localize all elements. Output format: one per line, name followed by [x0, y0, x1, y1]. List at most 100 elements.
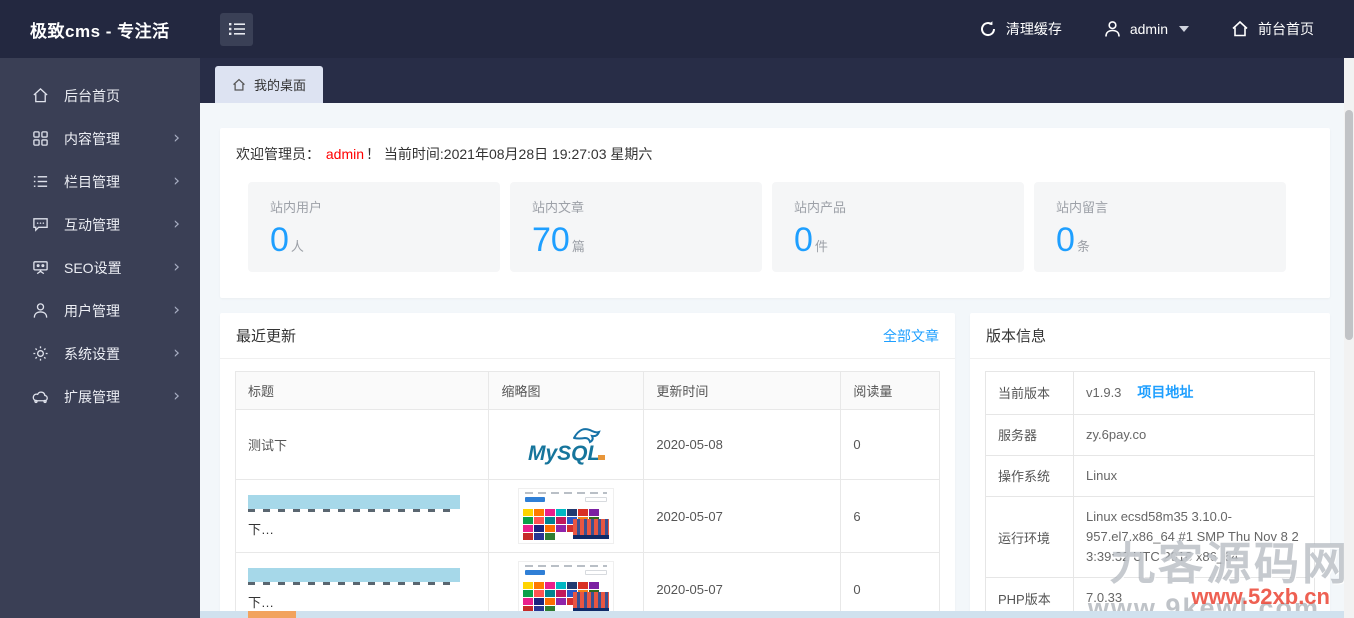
article-views: 6: [840, 479, 940, 553]
clear-cache-label: 清理缓存: [1005, 21, 1062, 37]
table-row[interactable]: 下… 2020: [234, 479, 940, 553]
content-area: 欢迎管理员： admin！ 当前时间:2021年08月28日 19:27:03 …: [200, 103, 1354, 618]
top-header: 极致cms - 专注活 清理缓存 admin 前台首页: [0, 0, 1354, 58]
chevron-right-icon: ›: [173, 214, 180, 234]
user-menu[interactable]: admin: [1104, 20, 1189, 38]
all-articles-link[interactable]: 全部文章: [883, 326, 939, 346]
list-icon: [32, 173, 49, 190]
stat-value: 0: [794, 221, 813, 259]
sidebar-item-user-management[interactable]: 用户管理 ›: [0, 289, 200, 332]
chevron-right-icon: ›: [173, 300, 180, 320]
stat-label: 站内留言: [1056, 200, 1109, 215]
version-label: 操作系统: [985, 454, 1074, 497]
welcome-exclaim: ！: [366, 146, 381, 162]
stat-card-site-messages: 站内留言 0条: [1034, 182, 1286, 272]
chevron-right-icon: ›: [173, 386, 180, 406]
chevron-down-icon: [1179, 26, 1189, 32]
version-row: 运行环境 Linux ecsd58m35 3.10.0-957.el7.x86_…: [985, 495, 1315, 579]
version-label: 当前版本: [985, 371, 1074, 415]
chevron-right-icon: ›: [173, 343, 180, 363]
recent-updates-panel: 最近更新 全部文章 标题 缩略图 更新时间 阅读量 测试下 MySQL 2020…: [220, 313, 955, 618]
sidebar-item-seo-settings[interactable]: SEO设置 ›: [0, 246, 200, 289]
version-row: 服务器 zy.6pay.co: [985, 413, 1315, 456]
version-label: 运行环境: [985, 495, 1074, 579]
site-thumbnail-mosaic: [518, 561, 615, 617]
chevron-right-icon: ›: [173, 128, 180, 148]
recent-updates-table: 标题 缩略图 更新时间 阅读量 测试下 MySQL 2020-05-08 0 下…: [234, 371, 940, 618]
sidebar-item-system-settings[interactable]: 系统设置 ›: [0, 332, 200, 375]
sidebar-item-label: 栏目管理: [64, 173, 120, 190]
vertical-scrollbar[interactable]: [1344, 58, 1354, 618]
table-row[interactable]: 测试下 MySQL 2020-05-08 0: [234, 409, 940, 480]
bottom-redaction-strip: [200, 611, 1354, 618]
version-info-table: 当前版本 v1.9.3 项目地址 服务器 zy.6pay.co 操作系统 Linu…: [985, 371, 1315, 618]
table-row[interactable]: 下… 2020: [234, 552, 940, 618]
sidebar-item-backend-home[interactable]: 后台首页: [0, 74, 200, 117]
version-row: 操作系统 Linux: [985, 454, 1315, 497]
front-home-button[interactable]: 前台首页: [1231, 19, 1314, 39]
column-title: 标题: [234, 371, 490, 410]
mysql-logo: MySQL: [501, 422, 631, 468]
project-url-link[interactable]: 项目地址: [1137, 384, 1193, 400]
clear-cache-button[interactable]: 清理缓存: [979, 19, 1062, 39]
sidebar: 后台首页 内容管理 › 栏目管理 › 互动管理 › SEO设置 › 用户管理 ›…: [0, 58, 200, 618]
sidebar-item-label: SEO设置: [64, 259, 122, 276]
front-home-label: 前台首页: [1258, 21, 1314, 37]
version-row: 当前版本 v1.9.3 项目地址: [985, 371, 1315, 415]
tab-label: 我的桌面: [254, 78, 307, 93]
collapse-menu-button[interactable]: [220, 12, 253, 46]
main-area: 我的桌面 欢迎管理员： admin！ 当前时间:2021年08月28日 19:2…: [200, 58, 1354, 618]
stat-unit: 条: [1076, 239, 1090, 254]
article-title: 测试下: [234, 409, 490, 480]
header-actions: 清理缓存 admin 前台首页: [979, 19, 1354, 39]
scrollbar-thumb[interactable]: [1345, 110, 1353, 340]
stat-value: 0: [270, 221, 289, 259]
sidebar-item-interaction-management[interactable]: 互动管理 ›: [0, 203, 200, 246]
table-header-row: 标题 缩略图 更新时间 阅读量: [234, 371, 940, 410]
sidebar-item-extension-management[interactable]: 扩展管理 ›: [0, 375, 200, 418]
stat-label: 站内产品: [794, 200, 847, 215]
stat-unit: 件: [814, 239, 828, 254]
stat-card-site-users: 站内用户 0人: [248, 182, 500, 272]
redaction-bar: [248, 567, 461, 582]
article-title: 下…: [248, 521, 275, 537]
app-logo: 极致cms - 专注活: [30, 21, 170, 41]
runtime-env-value: Linux ecsd58m35 3.10.0-957.el7.x86_64 #1…: [1073, 495, 1315, 579]
os-value: Linux: [1073, 454, 1315, 497]
article-title: 下…: [248, 594, 275, 610]
stat-label: 站内用户: [270, 200, 323, 215]
version-label: 服务器: [985, 413, 1074, 456]
chevron-right-icon: ›: [173, 171, 180, 191]
home-icon: [32, 87, 49, 104]
column-thumbnail: 缩略图: [488, 371, 645, 410]
stat-cards: 站内用户 0人 站内文章 70 篇 站内产品 0件 站内留言 0条: [248, 182, 1286, 298]
stat-value: 70: [532, 221, 570, 259]
sidebar-item-content-management[interactable]: 内容管理 ›: [0, 117, 200, 160]
redacted-text-fragment: [248, 508, 454, 512]
stat-unit: 人: [290, 239, 304, 254]
site-thumbnail-mosaic: [518, 488, 615, 544]
column-views: 阅读量: [840, 371, 940, 410]
stat-card-site-products: 站内产品 0件: [772, 182, 1024, 272]
sidebar-item-label: 用户管理: [64, 302, 120, 319]
chat-icon: [32, 216, 49, 233]
version-info-title: 版本信息: [986, 328, 1047, 345]
stat-card-site-articles: 站内文章 70 篇: [510, 182, 762, 272]
bottom-redaction-orange: [248, 611, 296, 618]
grid-icon: [32, 130, 49, 147]
tab-my-desktop[interactable]: 我的桌面: [215, 66, 324, 103]
stat-unit: 篇: [571, 239, 585, 254]
recent-updates-title: 最近更新: [236, 328, 297, 345]
home-icon: [1231, 20, 1249, 38]
sidebar-item-label: 内容管理: [64, 130, 120, 147]
stat-value: 0: [1056, 221, 1075, 259]
article-date: 2020-05-07: [643, 552, 842, 618]
article-views: 0: [840, 552, 940, 618]
home-icon: [232, 78, 246, 92]
article-date: 2020-05-07: [643, 479, 842, 553]
sidebar-item-label: 扩展管理: [64, 388, 120, 405]
sidebar-item-column-management[interactable]: 栏目管理 ›: [0, 160, 200, 203]
gear-icon: [32, 345, 49, 362]
welcome-message: 欢迎管理员： admin！ 当前时间:2021年08月28日 19:27:03 …: [220, 128, 1330, 168]
welcome-panel: 欢迎管理员： admin！ 当前时间:2021年08月28日 19:27:03 …: [220, 128, 1330, 298]
